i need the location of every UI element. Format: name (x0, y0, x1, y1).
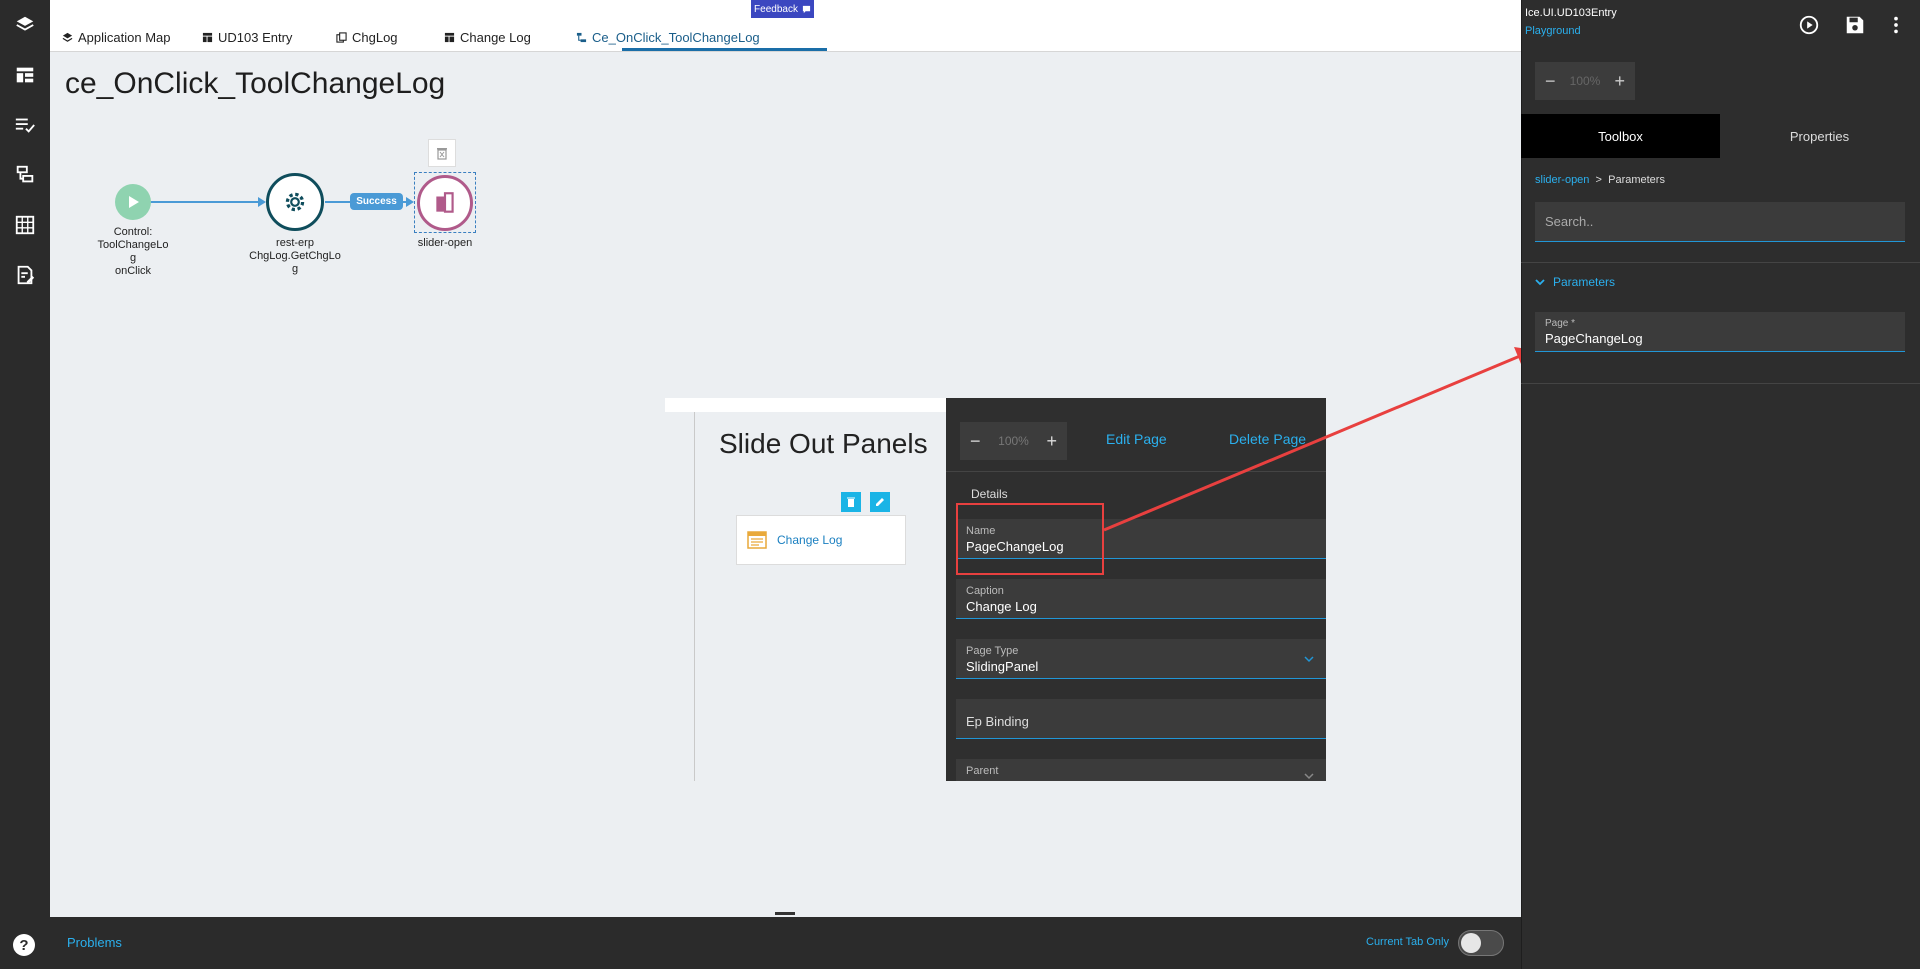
pencil-icon (876, 498, 884, 506)
tab-properties[interactable]: Properties (1720, 114, 1919, 158)
start-node[interactable] (115, 184, 151, 220)
delete-page-link[interactable]: Delete Page (1229, 431, 1306, 447)
page-icon (747, 531, 767, 549)
more-options-icon[interactable] (1884, 13, 1908, 37)
environment-link[interactable]: Playground (1525, 25, 1581, 37)
preview-zoom-stepper: − 100% + (960, 422, 1067, 460)
caption-field-value: Change Log (966, 599, 1037, 614)
page-parameter-field[interactable]: Page * PageChangeLog (1535, 312, 1905, 352)
trash-icon (437, 148, 447, 160)
breadcrumb-separator: > (1595, 174, 1602, 186)
zoom-value: 100% (998, 434, 1029, 448)
breadcrumb-current: Parameters (1608, 174, 1665, 186)
edit-page-link[interactable]: Edit Page (1106, 431, 1167, 447)
help-icon[interactable]: ? (13, 934, 35, 956)
breadcrumb: slider-open > Parameters (1535, 174, 1665, 186)
comment-icon (802, 5, 811, 13)
page-card-change-log[interactable]: Change Log (736, 515, 906, 565)
tab-ce-onclick-toolchangelog[interactable]: Ce_OnClick_ToolChangeLog (576, 27, 760, 47)
workflow-icon (576, 32, 587, 42)
preview-header-strip (665, 398, 946, 412)
card-edit-button[interactable] (870, 492, 890, 512)
tab-toolbox[interactable]: Toolbox (1521, 114, 1720, 158)
save-icon[interactable] (1843, 13, 1867, 37)
zoom-in-button[interactable]: + (1046, 431, 1057, 452)
feedback-button[interactable]: Feedback (751, 0, 814, 18)
app-name: Ice.UI.UD103Entry (1525, 7, 1617, 19)
details-heading: Details (971, 487, 1008, 501)
chevron-down-icon (1304, 773, 1314, 780)
trash-icon (847, 497, 855, 507)
active-tab-indicator (622, 48, 827, 51)
delete-node-button[interactable] (428, 139, 456, 167)
page-type-label: Page Type (966, 645, 1019, 657)
preview-divider (694, 412, 695, 781)
card-label: Change Log (777, 533, 843, 547)
highlight-box (956, 503, 1104, 575)
chevron-down-icon (1535, 279, 1545, 286)
page-parameter-label: Page * (1545, 318, 1576, 329)
canvas-zoom-stepper: − 100% + (1535, 62, 1635, 100)
current-tab-only-label: Current Tab Only (1366, 936, 1449, 948)
problems-link[interactable]: Problems (67, 935, 122, 950)
parent-label: Parent (966, 765, 999, 777)
caption-field[interactable]: Caption Change Log (956, 579, 1326, 619)
toggle-knob (1461, 933, 1481, 953)
divider (946, 471, 1326, 472)
bottom-bar (50, 917, 1521, 969)
zoom-out-button[interactable]: − (970, 431, 981, 452)
success-connector-label: Success (350, 193, 403, 210)
flow-arrowhead (406, 197, 414, 207)
slider-open-node-label: slider-open (417, 237, 473, 249)
card-delete-button[interactable] (841, 492, 861, 512)
parent-select[interactable]: Parent (956, 759, 1326, 781)
ep-binding-field[interactable]: Ep Binding (956, 699, 1326, 739)
page-type-value: SlidingPanel (966, 659, 1039, 674)
current-tab-only-toggle[interactable] (1458, 930, 1504, 956)
tab-label: Ce_OnClick_ToolChangeLog (592, 29, 760, 45)
play-icon (129, 196, 139, 208)
zoom-in-button[interactable]: + (1614, 71, 1625, 92)
breadcrumb-slider-open[interactable]: slider-open (1535, 174, 1589, 186)
resize-handle[interactable] (775, 912, 795, 915)
divider (1521, 262, 1920, 263)
zoom-value: 100% (1569, 74, 1601, 88)
caption-field-label: Caption (966, 585, 1004, 597)
page-details-panel: − 100% + Edit Page Delete Page Details N… (946, 398, 1326, 781)
door-open-icon (436, 192, 454, 213)
parameters-section-toggle[interactable]: Parameters (1535, 275, 1615, 289)
divider (1521, 383, 1920, 384)
chevron-down-icon (1304, 656, 1314, 663)
zoom-out-button[interactable]: − (1545, 71, 1556, 92)
rest-erp-node-label: rest-erp ChgLog.GetChgLo g (249, 237, 341, 275)
gear-icon (285, 192, 305, 212)
page-type-select[interactable]: Page Type SlidingPanel (956, 639, 1326, 679)
rest-erp-node[interactable] (266, 173, 324, 231)
parameters-section-label: Parameters (1553, 275, 1616, 289)
start-node-label: Control: ToolChangeLo g onClick (97, 226, 169, 277)
flow-arrowhead (258, 197, 266, 207)
preview-title: Slide Out Panels (719, 428, 928, 459)
slider-open-node[interactable] (417, 175, 473, 231)
search-input[interactable]: Search.. (1535, 202, 1905, 242)
page-parameter-value: PageChangeLog (1545, 331, 1643, 346)
feedback-label: Feedback (754, 3, 798, 15)
ep-binding-placeholder: Ep Binding (966, 714, 1029, 729)
run-icon[interactable] (1797, 13, 1821, 37)
